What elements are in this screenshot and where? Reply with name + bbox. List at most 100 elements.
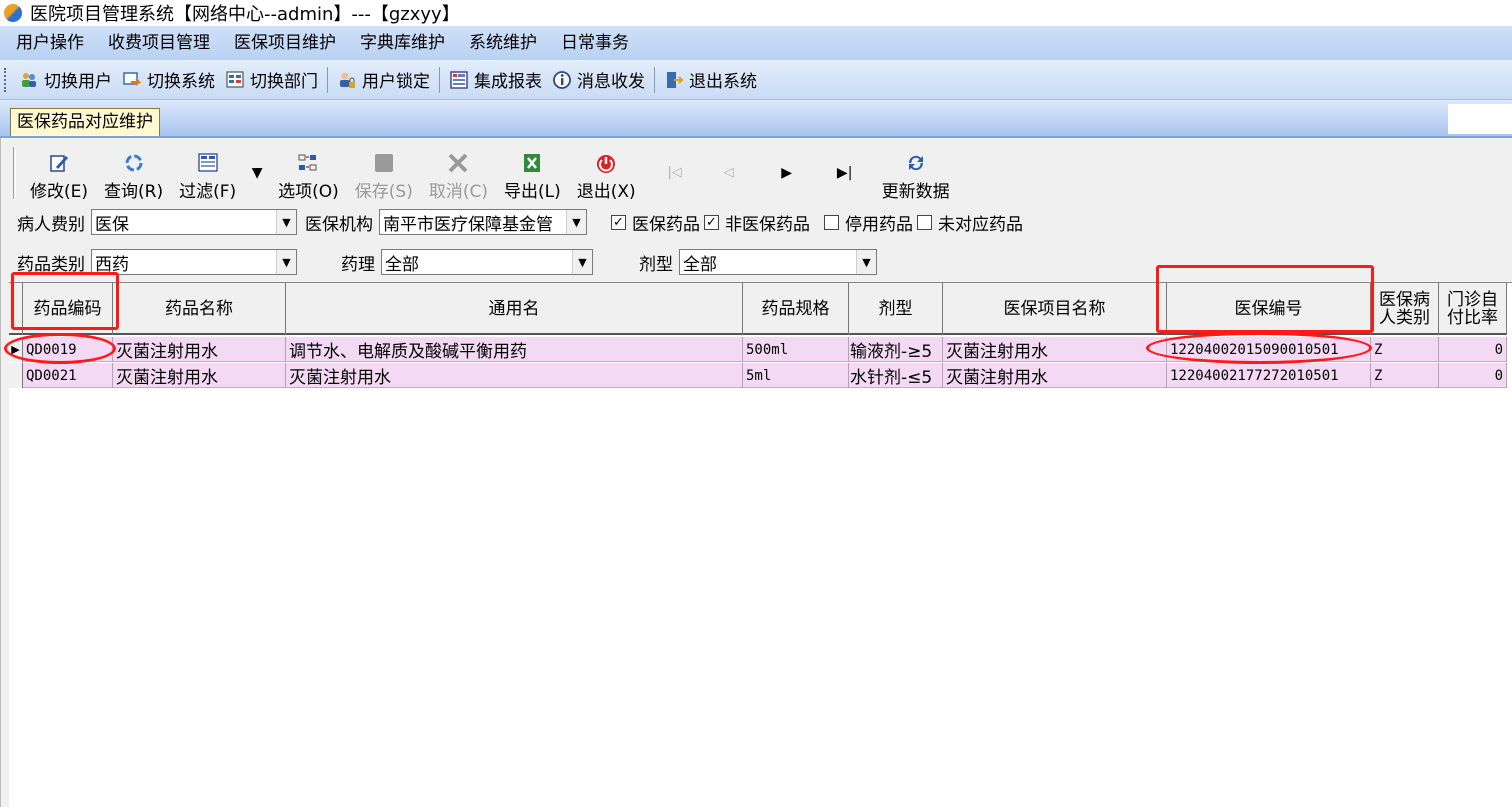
pharmacology-value: 全部	[385, 254, 419, 275]
cell-drug-code: QD0021	[23, 363, 113, 388]
menu-system[interactable]: 系统维护	[457, 26, 549, 60]
exit-label: 退出(X)	[576, 182, 636, 202]
toolbar-grip[interactable]	[4, 67, 8, 92]
menu-user-ops[interactable]: 用户操作	[4, 26, 96, 60]
options-icon	[297, 152, 319, 174]
cell-drug-name: 灭菌注射用水	[113, 363, 286, 388]
chevron-down-icon[interactable]: ▼	[276, 250, 296, 274]
dosage-form-select[interactable]: 全部 ▼	[679, 249, 877, 275]
edit-icon	[48, 152, 70, 174]
user-lock-button[interactable]: 用户锁定	[332, 65, 435, 95]
col-dosage-form[interactable]: 剂型	[849, 283, 943, 335]
noninsured-drug-checkbox[interactable]: ✓ 非医保药品	[704, 210, 810, 235]
menu-dictionary[interactable]: 字典库维护	[348, 26, 457, 60]
row-pointer-icon: ▶	[9, 337, 23, 362]
last-record-button[interactable]: ▶|	[816, 146, 874, 202]
unmatched-drug-checkbox[interactable]: 未对应药品	[917, 210, 1023, 235]
modify-button[interactable]: 修改(E)	[22, 146, 96, 202]
patient-type-label: 病人费别	[17, 214, 85, 235]
col-generic-name[interactable]: 通用名	[286, 283, 743, 335]
cell-dosage-form: 输液剂-≥5	[849, 337, 943, 362]
col-drug-code[interactable]: 药品编码	[23, 283, 113, 335]
switch-dept-icon	[225, 70, 245, 90]
options-button[interactable]: 选项(O)	[270, 146, 347, 202]
col-insurance-code[interactable]: 医保编号	[1167, 283, 1371, 335]
save-disk-icon	[373, 152, 395, 174]
patient-type-select[interactable]: 医保 ▼	[91, 209, 297, 235]
insured-drug-checkbox[interactable]: ✓ 医保药品	[611, 210, 700, 235]
switch-system-icon	[122, 70, 142, 90]
first-icon: |◁	[667, 165, 682, 180]
chevron-down-icon[interactable]: ▼	[572, 250, 592, 274]
tab-drug-mapping[interactable]: 医保药品对应维护	[10, 108, 160, 136]
export-button[interactable]: 导出(L)	[496, 146, 569, 202]
refresh-data-button[interactable]: 更新数据	[874, 146, 958, 202]
insurance-org-select[interactable]: 南平市医疗保障基金管 ▼	[379, 209, 587, 235]
col-outpatient-ratio[interactable]: 门诊自付比率	[1439, 283, 1507, 335]
integrated-report-label: 集成报表	[474, 72, 542, 92]
prev-record-button[interactable]: ◁	[700, 146, 758, 202]
table-row[interactable]: ▶ QD0019 灭菌注射用水 调节水、电解质及酸碱平衡用药 500ml 输液剂…	[9, 337, 1507, 362]
row-indicator	[9, 363, 23, 388]
save-button[interactable]: 保存(S)	[347, 146, 421, 202]
checkbox-checked-icon: ✓	[611, 214, 626, 230]
integrated-report-button[interactable]: 集成报表	[444, 65, 547, 95]
insurance-org-label: 医保机构	[305, 214, 373, 235]
checkbox-unchecked-icon	[824, 214, 839, 230]
menu-charge-items[interactable]: 收费项目管理	[96, 26, 222, 60]
dosage-form-value: 全部	[683, 254, 717, 275]
last-icon: ▶|	[836, 164, 853, 181]
window-title: 医院项目管理系统【网络中心--admin】---【gzxyy】	[30, 4, 460, 25]
cancel-button[interactable]: 取消(C)	[421, 146, 496, 202]
cell-outpatient-ratio: 0	[1439, 363, 1507, 388]
report-icon	[449, 70, 469, 90]
menu-insurance-items[interactable]: 医保项目维护	[222, 26, 348, 60]
filter-button[interactable]: 过滤(F)	[171, 146, 244, 202]
filter-dropdown-button[interactable]: ▼	[244, 146, 270, 202]
filter-row-1: 病人费别 医保 ▼ 医保机构 南平市医疗保障基金管 ▼ ✓ 医保药品 ✓ 非医保…	[13, 206, 1023, 238]
table-row[interactable]: QD0021 灭菌注射用水 灭菌注射用水 5ml 水针剂-≤5 灭菌注射用水 1…	[9, 363, 1507, 388]
switch-system-button[interactable]: 切换系统	[117, 65, 220, 95]
chevron-down-icon[interactable]: ▼	[276, 210, 296, 234]
col-drug-name[interactable]: 药品名称	[113, 283, 286, 335]
disabled-drug-checkbox[interactable]: 停用药品	[824, 210, 913, 235]
exit-system-label: 退出系统	[689, 72, 757, 92]
content-area: 修改(E) 查询(R) 过滤(F) ▼ 选项(O) 保存(S) 取消(C) 导出…	[0, 138, 1512, 807]
chevron-down-icon[interactable]: ▼	[856, 250, 876, 274]
switch-system-label: 切换系统	[147, 72, 215, 92]
filter-label: 过滤(F)	[179, 182, 237, 202]
cell-insurance-item-name: 灭菌注射用水	[943, 363, 1167, 388]
cell-insurance-code: 12204002015090010501	[1167, 337, 1371, 362]
drug-category-select[interactable]: 西药 ▼	[91, 249, 297, 275]
filter-row-2: 药品类别 西药 ▼ 药理 全部 ▼ 剂型 全部 ▼	[13, 246, 877, 278]
col-patient-category[interactable]: 医保病人类别	[1371, 283, 1439, 335]
message-button[interactable]: 消息收发	[547, 65, 650, 95]
patient-type-value: 医保	[95, 214, 129, 235]
menu-daily[interactable]: 日常事务	[549, 26, 641, 60]
disabled-drug-label: 停用药品	[845, 214, 913, 235]
col-insurance-item-name[interactable]: 医保项目名称	[943, 283, 1167, 335]
exit-system-button[interactable]: 退出系统	[659, 65, 762, 95]
power-icon	[595, 152, 617, 174]
cell-drug-spec: 500ml	[743, 337, 849, 362]
app-logo-icon	[4, 4, 22, 22]
user-lock-icon	[337, 70, 357, 90]
pharmacology-select[interactable]: 全部 ▼	[381, 249, 593, 275]
col-drug-spec[interactable]: 药品规格	[743, 283, 849, 335]
query-button[interactable]: 查询(R)	[96, 146, 171, 202]
pharmacology-label: 药理	[341, 254, 375, 275]
users-icon	[19, 70, 39, 90]
switch-user-button[interactable]: 切换用户	[14, 65, 117, 95]
drug-mapping-grid[interactable]: 药品编码 药品名称 通用名 药品规格 剂型 医保项目名称 医保编号 医保病人类别…	[9, 282, 1512, 807]
switch-dept-button[interactable]: 切换部门	[220, 65, 323, 95]
chevron-down-icon[interactable]: ▼	[566, 210, 586, 234]
excel-export-icon	[521, 152, 543, 174]
form-toolbar-grip	[13, 147, 16, 199]
exit-button[interactable]: 退出(X)	[569, 146, 644, 202]
info-icon	[552, 70, 572, 90]
next-record-button[interactable]: ▶	[758, 146, 816, 202]
first-record-button[interactable]: |◁	[644, 146, 700, 202]
form-toolbar: 修改(E) 查询(R) 过滤(F) ▼ 选项(O) 保存(S) 取消(C) 导出…	[13, 144, 1512, 202]
main-toolbar: 切换用户 切换系统 切换部门 用户锁定 集成报表 消息收发 退出系统	[0, 60, 1512, 100]
exit-door-icon	[664, 70, 684, 90]
